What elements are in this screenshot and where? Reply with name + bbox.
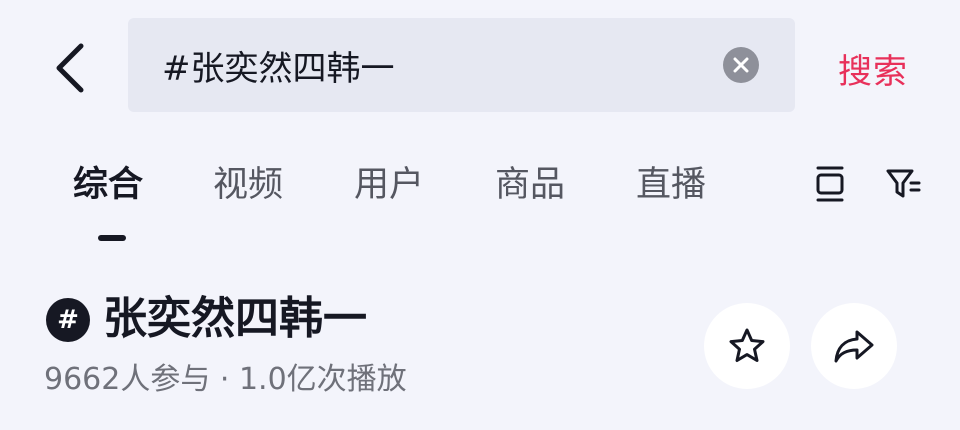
topic-stats: 9662人参与 · 1.0亿次播放 — [44, 362, 407, 397]
topic-hashtag-badge: # — [46, 298, 90, 342]
share-button[interactable] — [811, 303, 897, 389]
search-input[interactable] — [162, 35, 702, 95]
clear-circle-icon — [733, 57, 749, 73]
filter-icon — [886, 169, 921, 198]
filter-button[interactable] — [884, 162, 924, 206]
hashtag-icon: # — [57, 305, 79, 335]
tab-videos[interactable]: 视频 — [213, 160, 283, 210]
share-icon — [834, 330, 874, 363]
layout-toggle-button[interactable] — [810, 162, 850, 206]
tab-users[interactable]: 用户 — [354, 160, 424, 210]
star-icon — [729, 328, 765, 362]
back-button[interactable] — [46, 40, 94, 96]
tab-products[interactable]: 商品 — [495, 160, 565, 210]
tab-all[interactable]: 综合 — [73, 160, 143, 210]
favorite-button[interactable] — [704, 303, 790, 389]
clear-search-button[interactable] — [723, 47, 759, 83]
search-submit-button[interactable]: 搜索 — [838, 44, 908, 93]
active-tab-indicator — [98, 235, 126, 241]
chevron-left-icon — [56, 43, 84, 93]
search-box — [128, 18, 795, 112]
tab-live[interactable]: 直播 — [636, 160, 706, 210]
tab-bar: 综合 视频 用户 商品 直播 音 — [0, 160, 760, 216]
topic-title: 张奕然四韩一 — [103, 293, 367, 344]
layout-toggle-icon — [816, 166, 844, 202]
